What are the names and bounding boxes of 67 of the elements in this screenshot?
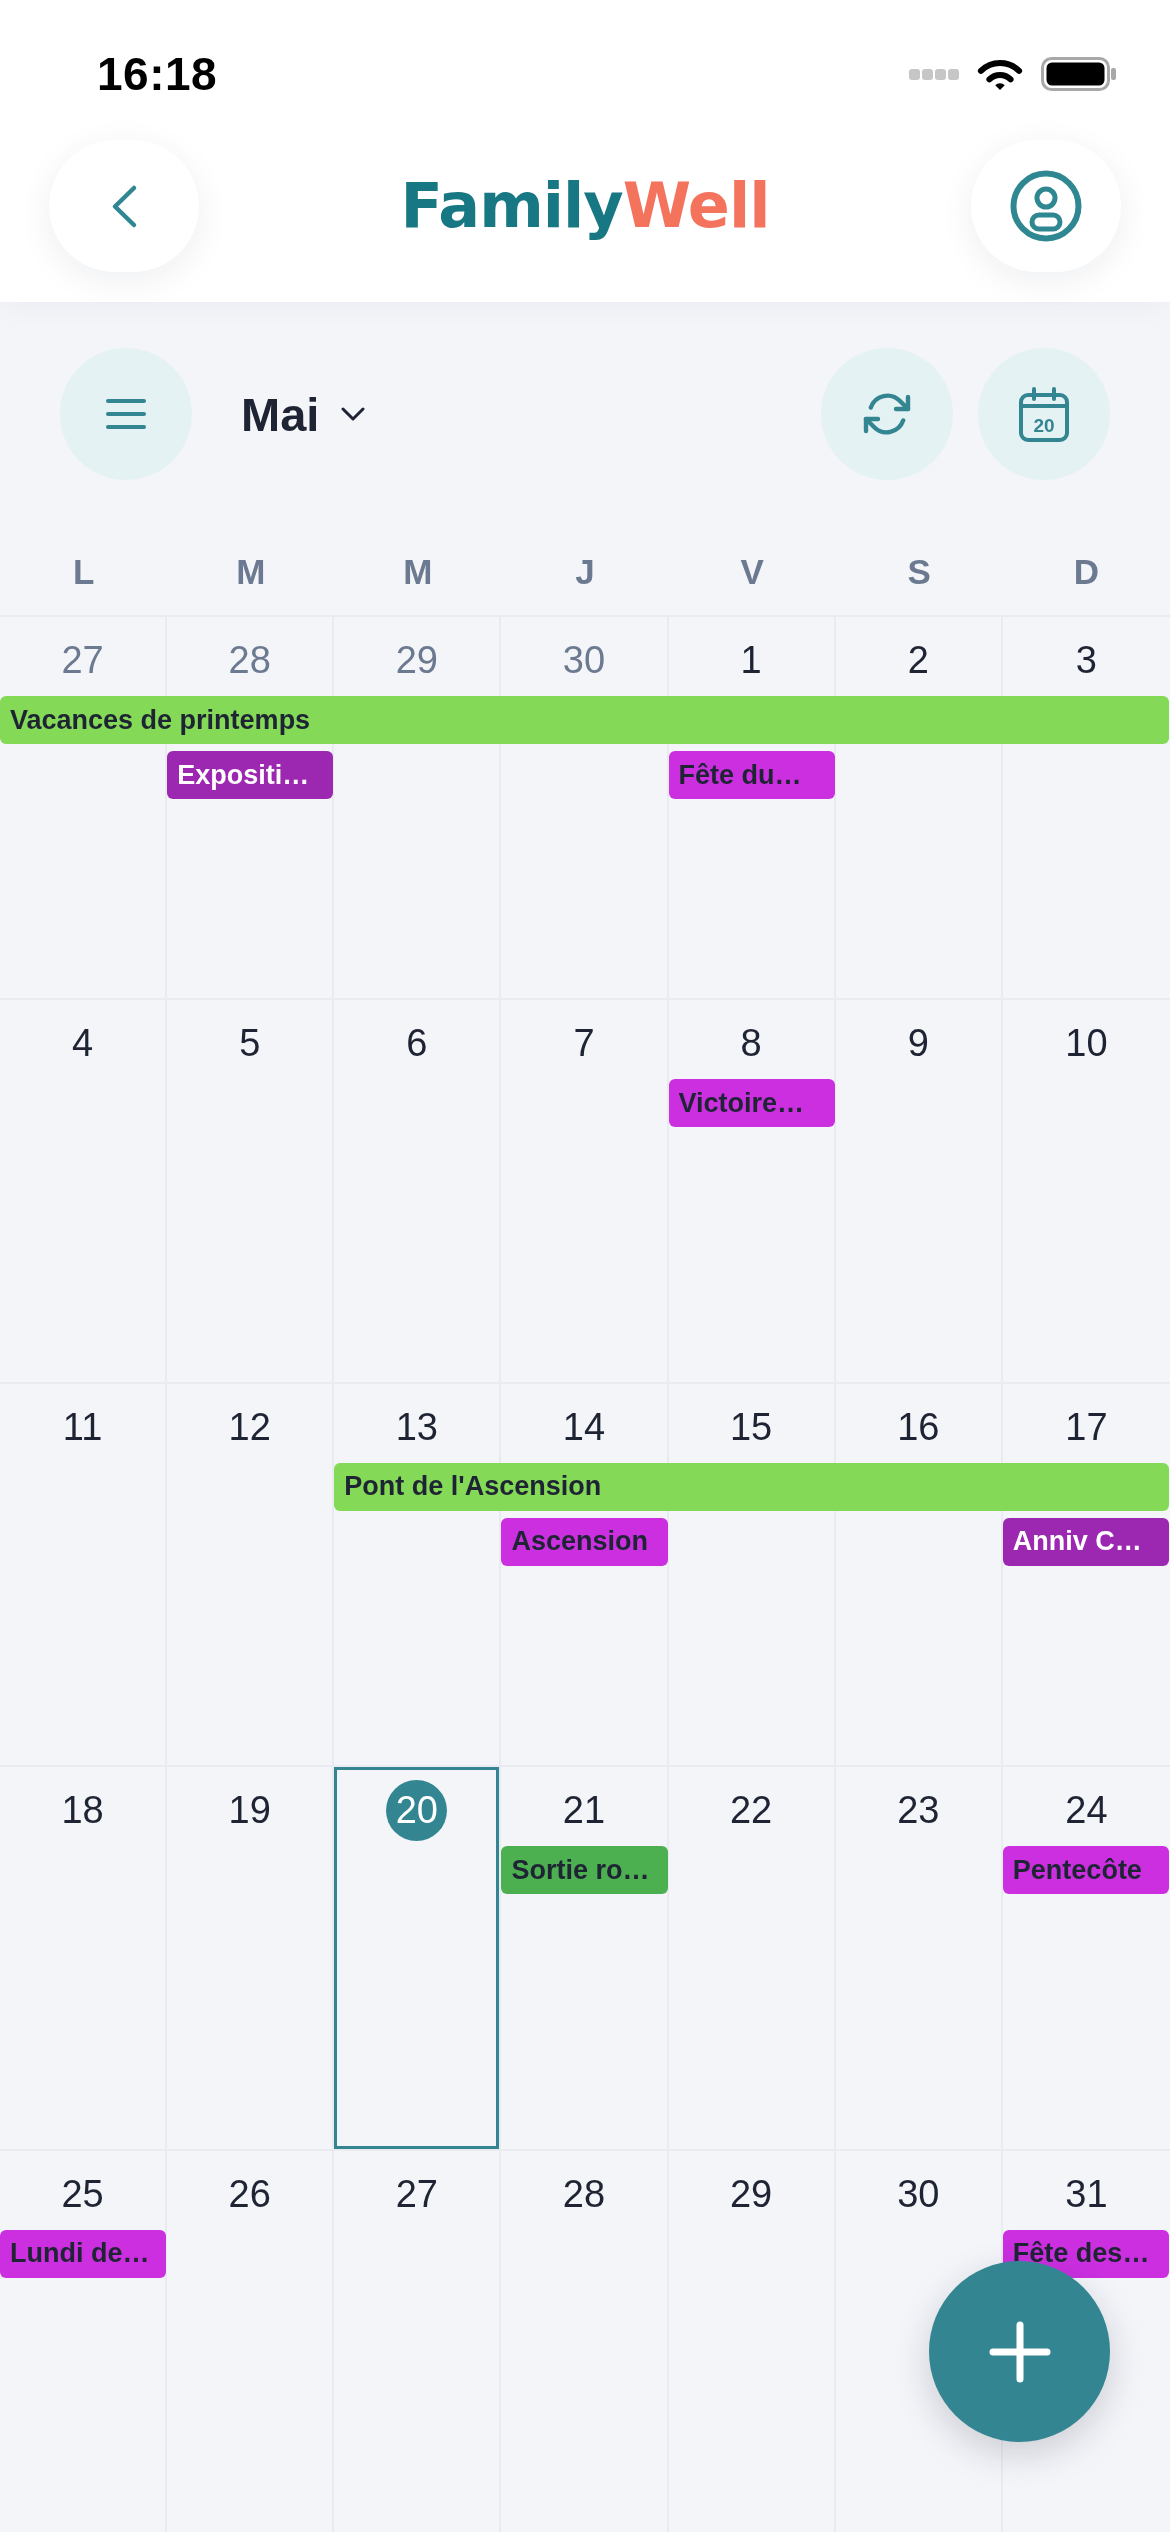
day-number[interactable]: 18 — [61, 1780, 104, 1842]
weekday-label: M — [403, 552, 433, 592]
weekday-label: J — [575, 552, 595, 592]
day-number[interactable]: 24 — [1065, 1780, 1108, 1842]
month-dropdown[interactable]: Mai — [241, 386, 366, 442]
day-number[interactable]: 4 — [72, 1013, 94, 1075]
day-number[interactable]: 20 — [386, 1780, 448, 1842]
day-number[interactable]: 25 — [61, 2163, 104, 2225]
today-button[interactable]: 20 — [978, 348, 1110, 480]
chevron-down-icon — [341, 407, 366, 421]
day-number[interactable]: 30 — [897, 2163, 940, 2225]
event-bar[interactable]: Pentecôte — [1002, 1846, 1169, 1895]
event-bar[interactable]: Ascension — [501, 1517, 668, 1566]
day-number[interactable]: 27 — [61, 630, 104, 691]
day-number[interactable]: 30 — [562, 630, 606, 691]
menu-icon — [106, 399, 146, 429]
day-number[interactable]: 26 — [228, 2163, 271, 2225]
battery-icon — [1041, 57, 1116, 91]
day-number[interactable]: 8 — [740, 1013, 762, 1075]
day-number[interactable]: 23 — [897, 1780, 940, 1842]
app-logo: FamilyWell — [400, 168, 770, 244]
weekday-label: L — [72, 552, 95, 592]
day-number[interactable]: 6 — [406, 1013, 428, 1075]
weekday-label: D — [1073, 552, 1100, 592]
day-number[interactable]: 10 — [1065, 1013, 1108, 1075]
weekday-label: S — [907, 552, 931, 592]
sync-icon — [863, 390, 911, 438]
day-number[interactable]: 7 — [573, 1013, 595, 1075]
day-number[interactable]: 12 — [228, 1396, 271, 1458]
day-number[interactable]: 19 — [228, 1780, 271, 1842]
event-bar[interactable]: Victoire… — [668, 1079, 835, 1128]
day-number[interactable]: 11 — [62, 1396, 103, 1458]
event-bar[interactable]: Sortie ro… — [501, 1846, 668, 1895]
day-number[interactable]: 21 — [562, 1780, 606, 1842]
day-number[interactable]: 15 — [730, 1396, 773, 1458]
event-bar[interactable]: Pont de l'Ascension — [334, 1462, 1169, 1511]
back-icon — [110, 183, 138, 229]
day-number[interactable]: 9 — [907, 1013, 929, 1075]
day-number[interactable]: 14 — [562, 1396, 606, 1458]
weekday-label: V — [740, 552, 764, 592]
day-number[interactable]: 13 — [395, 1396, 438, 1458]
day-number[interactable]: 28 — [562, 2163, 606, 2225]
event-bar[interactable]: Anniv C… — [1002, 1517, 1169, 1566]
event-bar[interactable]: Expositi… — [167, 751, 334, 799]
plus-icon — [988, 2320, 1051, 2383]
event-bar[interactable]: Vacances de printemps — [0, 696, 1169, 744]
day-number[interactable]: 5 — [239, 1013, 261, 1075]
event-bar[interactable]: Lundi de… — [0, 2229, 167, 2278]
day-number[interactable]: 27 — [395, 2163, 438, 2225]
event-bar[interactable]: Fête des… — [1002, 2229, 1169, 2278]
event-bar[interactable]: Fête du… — [668, 751, 835, 799]
weekday-label: M — [236, 552, 266, 592]
day-number[interactable]: 1 — [740, 630, 762, 691]
day-number[interactable]: 2 — [907, 630, 929, 691]
cellular-signal-icon — [909, 68, 959, 80]
day-number[interactable]: 16 — [897, 1396, 940, 1458]
day-number[interactable]: 17 — [1065, 1396, 1108, 1458]
user-circle-icon — [1010, 170, 1082, 242]
day-number[interactable]: 31 — [1065, 2163, 1108, 2225]
day-number[interactable]: 3 — [1075, 630, 1097, 691]
day-number[interactable]: 29 — [730, 2163, 773, 2225]
wifi-icon — [976, 57, 1024, 91]
day-number[interactable]: 29 — [395, 630, 438, 691]
today-cell[interactable]: 20 — [334, 1767, 502, 2149]
day-number[interactable]: 22 — [730, 1780, 773, 1842]
status-time: 16:18 — [97, 47, 218, 101]
day-number[interactable]: 28 — [228, 630, 271, 691]
